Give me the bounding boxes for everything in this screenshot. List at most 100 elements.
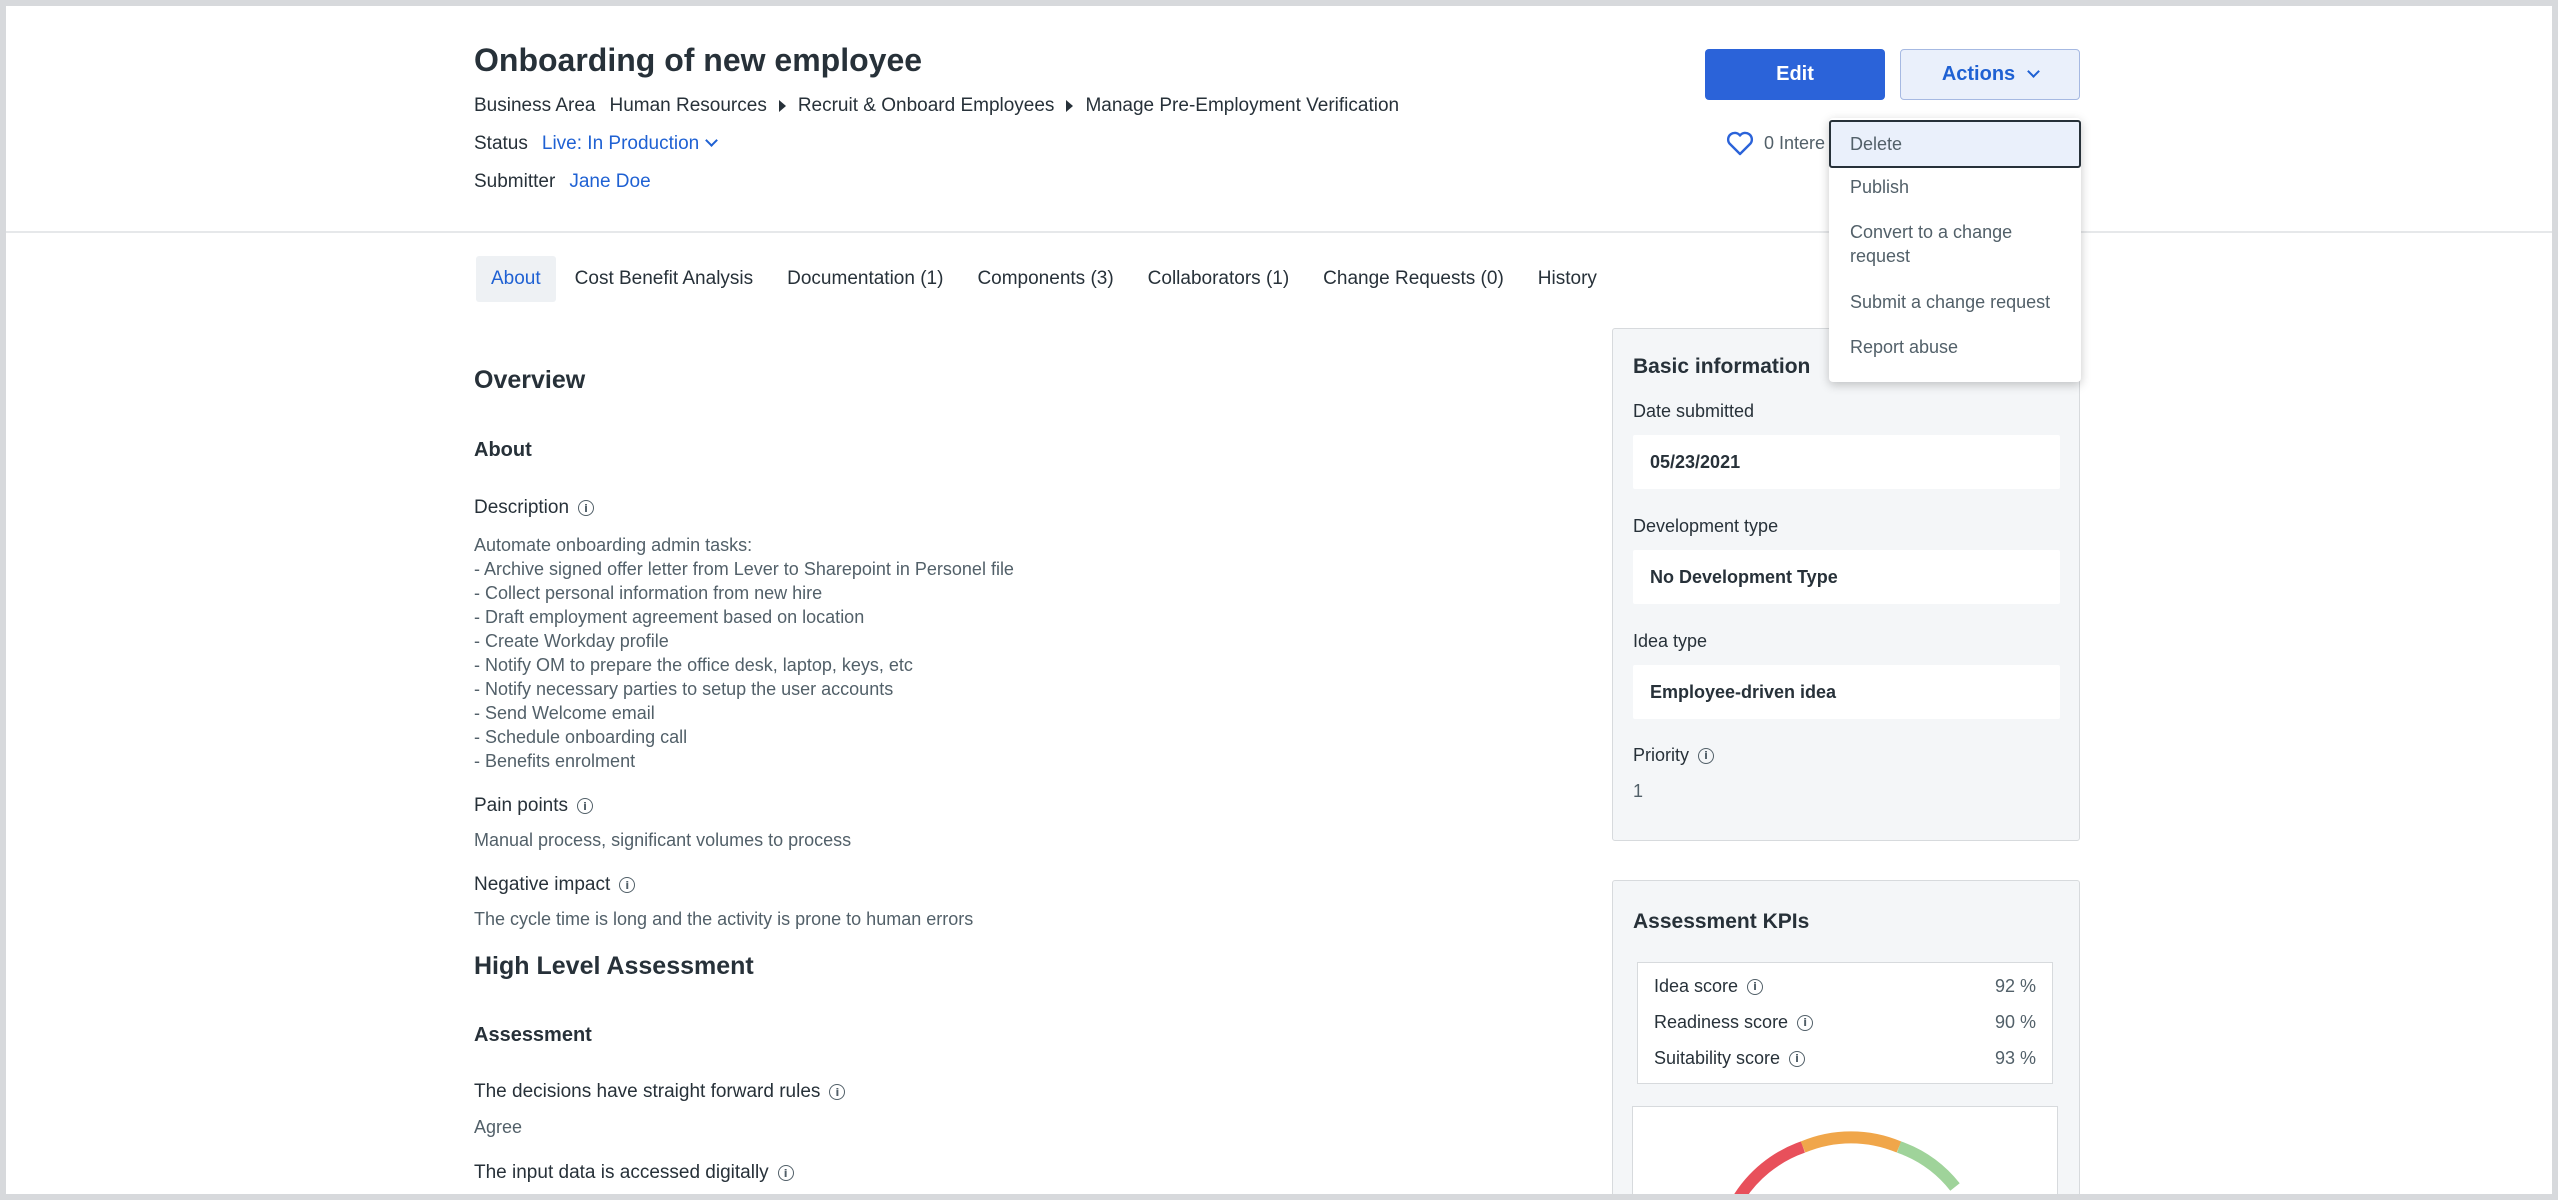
status-dropdown[interactable]: Live: In Production — [541, 133, 719, 155]
kpi-name: Readiness score — [1654, 1012, 1789, 1032]
actions-button[interactable]: Actions — [1900, 49, 2080, 100]
submitter-link[interactable]: Jane Doe — [569, 171, 650, 193]
q2-label-row: The input data is accessed digitally i — [474, 1162, 794, 1184]
kpi-value: 93 % — [1994, 1048, 2036, 1068]
q1-label: The decisions have straight forward rule… — [474, 1081, 821, 1102]
info-icon[interactable]: i — [1797, 1014, 1814, 1031]
description-line: - Collect personal information from new … — [474, 583, 823, 603]
breadcrumb-item[interactable]: Recruit & Onboard Employees — [798, 95, 1055, 117]
status-value: Live: In Production — [541, 133, 700, 154]
kpi-name: Idea score — [1654, 976, 1739, 996]
status-row: Status Live: In Production — [474, 133, 719, 155]
edit-button[interactable]: Edit — [1705, 49, 1885, 100]
q1-value: Agree — [474, 1117, 523, 1137]
interest-toggle[interactable]: 0 Intere — [1726, 130, 1825, 156]
priority-label-row: Priority i — [1633, 745, 1715, 766]
kpi-gauge-box — [1632, 1106, 2058, 1200]
breadcrumb: Human Resources Recruit & Onboard Employ… — [609, 95, 1399, 117]
kpi-name: Suitability score — [1654, 1048, 1781, 1068]
tab-collaborators[interactable]: Collaborators (1) — [1133, 256, 1305, 302]
tab-change-requests[interactable]: Change Requests (0) — [1308, 256, 1519, 302]
menu-item-publish[interactable]: Publish — [1829, 175, 2081, 199]
interest-count: 0 Intere — [1764, 132, 1826, 153]
info-icon[interactable]: i — [578, 500, 595, 516]
info-icon[interactable]: i — [577, 798, 594, 814]
tab-bar: About Cost Benefit Analysis Documentatio… — [476, 256, 1616, 302]
menu-item-convert-change-request[interactable]: Convert to a change request — [1829, 220, 2059, 268]
about-heading: About — [474, 439, 532, 461]
info-icon[interactable]: i — [1789, 1050, 1806, 1067]
business-area-label: Business Area — [474, 95, 596, 116]
page-header: Onboarding of new employee Business Area… — [0, 0, 2558, 233]
tab-cost-benefit-analysis[interactable]: Cost Benefit Analysis — [560, 256, 768, 302]
kpi-row-suitability-score: Suitability score i 93 % — [1654, 1048, 2036, 1069]
priority-label: Priority — [1633, 745, 1690, 765]
menu-item-delete[interactable]: Delete — [1829, 120, 2081, 168]
kpi-scores-box: Idea score i 92 % Readiness score i 90 % S… — [1637, 962, 2053, 1084]
assessment-heading: Assessment — [474, 1024, 592, 1046]
breadcrumb-item[interactable]: Manage Pre-Employment Verification — [1085, 95, 1399, 117]
overview-heading: Overview — [474, 366, 586, 394]
basic-information-title: Basic information — [1633, 355, 1811, 378]
info-icon[interactable]: i — [619, 877, 636, 893]
info-icon[interactable]: i — [1698, 747, 1715, 764]
description-line: - Create Workday profile — [474, 631, 669, 651]
tab-about[interactable]: About — [476, 256, 556, 302]
development-type-label: Development type — [1633, 516, 1779, 536]
tab-documentation[interactable]: Documentation (1) — [772, 256, 958, 302]
chevron-down-icon — [2027, 65, 2041, 78]
menu-item-report-abuse[interactable]: Report abuse — [1829, 335, 2081, 359]
kpi-row-readiness-score: Readiness score i 90 % — [1654, 1012, 2036, 1033]
description-label-row: Description i — [474, 497, 595, 519]
tab-history[interactable]: History — [1523, 256, 1612, 302]
description-line: - Notify OM to prepare the office desk, … — [474, 655, 913, 675]
heart-icon — [1726, 131, 1754, 156]
info-icon[interactable]: i — [1747, 978, 1764, 995]
score-gauge — [1731, 1131, 1960, 1199]
assessment-kpis-title: Assessment KPIs — [1633, 910, 1810, 933]
description-text: Automate onboarding admin tasks: - Archi… — [474, 533, 1014, 773]
kpi-value: 90 % — [1994, 1012, 2036, 1032]
info-icon[interactable]: i — [829, 1084, 846, 1100]
description-line: - Benefits enrolment — [474, 751, 636, 771]
caret-right-icon — [778, 100, 786, 112]
description-line: - Notify necessary parties to setup the … — [474, 679, 894, 699]
pain-points-label: Pain points — [474, 795, 569, 816]
caret-right-icon — [1066, 100, 1074, 112]
breadcrumb-item[interactable]: Human Resources — [609, 95, 766, 117]
chevron-down-icon — [705, 134, 719, 147]
submitter-row: Submitter Jane Doe — [474, 171, 651, 193]
basic-information-panel: Basic information Date submitted 05/23/2… — [1612, 328, 2080, 841]
date-submitted-field: 05/23/2021 — [1633, 435, 2060, 489]
kpi-value: 92 % — [1994, 976, 2036, 996]
info-icon[interactable]: i — [777, 1165, 794, 1181]
status-label: Status — [474, 133, 528, 154]
negative-impact-value: The cycle time is long and the activity … — [474, 909, 974, 929]
description-line: - Draft employment agreement based on lo… — [474, 607, 865, 627]
pain-points-label-row: Pain points i — [474, 795, 594, 817]
description-line: Automate onboarding admin tasks: — [474, 535, 753, 555]
tab-components[interactable]: Components (3) — [962, 256, 1128, 302]
submitter-label: Submitter — [474, 171, 556, 192]
business-area-row: Business Area Human Resources Recruit & … — [474, 95, 1399, 117]
q2-label: The input data is accessed digitally — [474, 1162, 769, 1183]
development-type-field: No Development Type — [1633, 550, 2060, 604]
high-level-assessment-heading: High Level Assessment — [474, 952, 754, 980]
description-label: Description — [474, 497, 570, 518]
idea-type-field: Employee-driven idea — [1633, 665, 2060, 719]
negative-impact-label-row: Negative impact i — [474, 874, 636, 896]
menu-item-submit-change-request[interactable]: Submit a change request — [1829, 290, 2081, 314]
description-line: - Send Welcome email — [474, 703, 655, 723]
date-submitted-label: Date submitted — [1633, 401, 1755, 421]
description-line: - Archive signed offer letter from Lever… — [474, 559, 1014, 579]
kpi-row-idea-score: Idea score i 92 % — [1654, 976, 2036, 997]
q1-label-row: The decisions have straight forward rule… — [474, 1081, 846, 1103]
priority-value: 1 — [1633, 781, 1644, 801]
actions-menu: Delete Publish Convert to a change reque… — [1829, 118, 2081, 382]
negative-impact-label: Negative impact — [474, 874, 611, 895]
page-title: Onboarding of new employee — [474, 42, 923, 78]
pain-points-value: Manual process, significant volumes to p… — [474, 830, 852, 850]
actions-label: Actions — [1941, 63, 2016, 85]
description-line: - Schedule onboarding call — [474, 727, 688, 747]
idea-type-label: Idea type — [1633, 631, 1708, 651]
